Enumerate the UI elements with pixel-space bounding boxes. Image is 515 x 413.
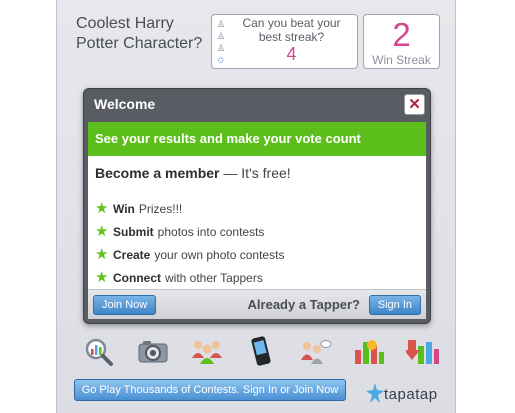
contest-question: Coolest Harry Potter Character? bbox=[76, 14, 216, 54]
benefits-list: ★ Win Prizes!!! ★ Submit photos into con… bbox=[95, 201, 284, 293]
star-icon: ★ bbox=[95, 246, 109, 263]
benefit-bold: Create bbox=[113, 248, 151, 262]
chat-people-icon[interactable] bbox=[298, 336, 332, 366]
close-button[interactable]: ✕ bbox=[404, 94, 425, 115]
member-heading-rest: — It's free! bbox=[219, 165, 291, 181]
win-streak-label: Win Streak bbox=[372, 53, 431, 67]
list-item: ★ Create your own photo contests bbox=[95, 247, 284, 270]
list-item: ★ Submit photos into contests bbox=[95, 224, 284, 247]
cup-icon: ♙ bbox=[217, 31, 226, 41]
best-streak-prompt: Can you beat your best streak? bbox=[230, 16, 353, 44]
search-icon[interactable] bbox=[82, 336, 116, 366]
feature-toolbar bbox=[82, 336, 439, 366]
benefit-bold: Connect bbox=[113, 271, 161, 285]
win-streak-value: 2 bbox=[392, 16, 411, 53]
best-streak-line-1: Can you beat your bbox=[242, 16, 341, 30]
play-contests-button[interactable]: Go Play Thousands of Contests. Sign In o… bbox=[74, 379, 346, 401]
win-streak-box: 2 Win Streak bbox=[363, 14, 440, 69]
dialog-body: See your results and make your vote coun… bbox=[88, 122, 426, 319]
already-tapper-label: Already a Tapper? bbox=[247, 297, 360, 312]
dialog-title: Welcome bbox=[94, 96, 156, 112]
benefit-bold: Win bbox=[113, 202, 135, 216]
welcome-dialog: Welcome ✕ See your results and make your… bbox=[83, 88, 431, 324]
people-icon[interactable] bbox=[190, 336, 224, 366]
brand-star-icon bbox=[366, 383, 384, 403]
star-icon: ★ bbox=[95, 200, 109, 217]
member-heading: Become a member — It's free! bbox=[95, 165, 291, 181]
contest-widget: Coolest Harry Potter Character? ♙ ♙ ♙ ✩ … bbox=[56, 0, 456, 413]
benefit-text: photos into contests bbox=[157, 225, 265, 239]
brand-name: tapatap bbox=[384, 386, 438, 403]
cup-icon: ♙ bbox=[217, 43, 226, 53]
best-streak-box: ♙ ♙ ♙ ✩ Can you beat your best streak? 4 bbox=[211, 14, 358, 69]
bar-chart-icon[interactable] bbox=[352, 336, 386, 366]
results-banner: See your results and make your vote coun… bbox=[88, 122, 426, 156]
benefit-bold: Submit bbox=[113, 225, 154, 239]
camera-icon[interactable] bbox=[136, 336, 170, 366]
star-icon: ✩ bbox=[217, 55, 225, 65]
dialog-footer: Join Now Already a Tapper? Sign In bbox=[88, 289, 426, 319]
benefit-text: your own photo contests bbox=[154, 248, 285, 262]
bar-chart-down-icon[interactable] bbox=[404, 336, 440, 366]
benefit-text: with other Tappers bbox=[165, 271, 263, 285]
question-line-2: Potter Character? bbox=[76, 35, 203, 52]
star-icon: ★ bbox=[95, 269, 109, 286]
tapatap-logo[interactable]: tapatap bbox=[366, 378, 438, 408]
phone-icon[interactable] bbox=[244, 336, 278, 366]
list-item: ★ Win Prizes!!! bbox=[95, 201, 284, 224]
question-line-1: Coolest Harry bbox=[76, 15, 174, 32]
join-now-button[interactable]: Join Now bbox=[93, 295, 157, 315]
sign-in-button[interactable]: Sign In bbox=[368, 295, 421, 315]
streak-progress-icons: ♙ ♙ ♙ ✩ bbox=[217, 18, 229, 66]
star-icon: ★ bbox=[95, 223, 109, 240]
close-icon: ✕ bbox=[408, 96, 421, 113]
best-streak-line-2: best streak? bbox=[258, 30, 325, 44]
member-heading-bold: Become a member bbox=[95, 165, 220, 181]
best-streak-value: 4 bbox=[286, 44, 297, 64]
cup-icon: ♙ bbox=[217, 19, 226, 29]
benefit-text: Prizes!!! bbox=[138, 202, 183, 216]
